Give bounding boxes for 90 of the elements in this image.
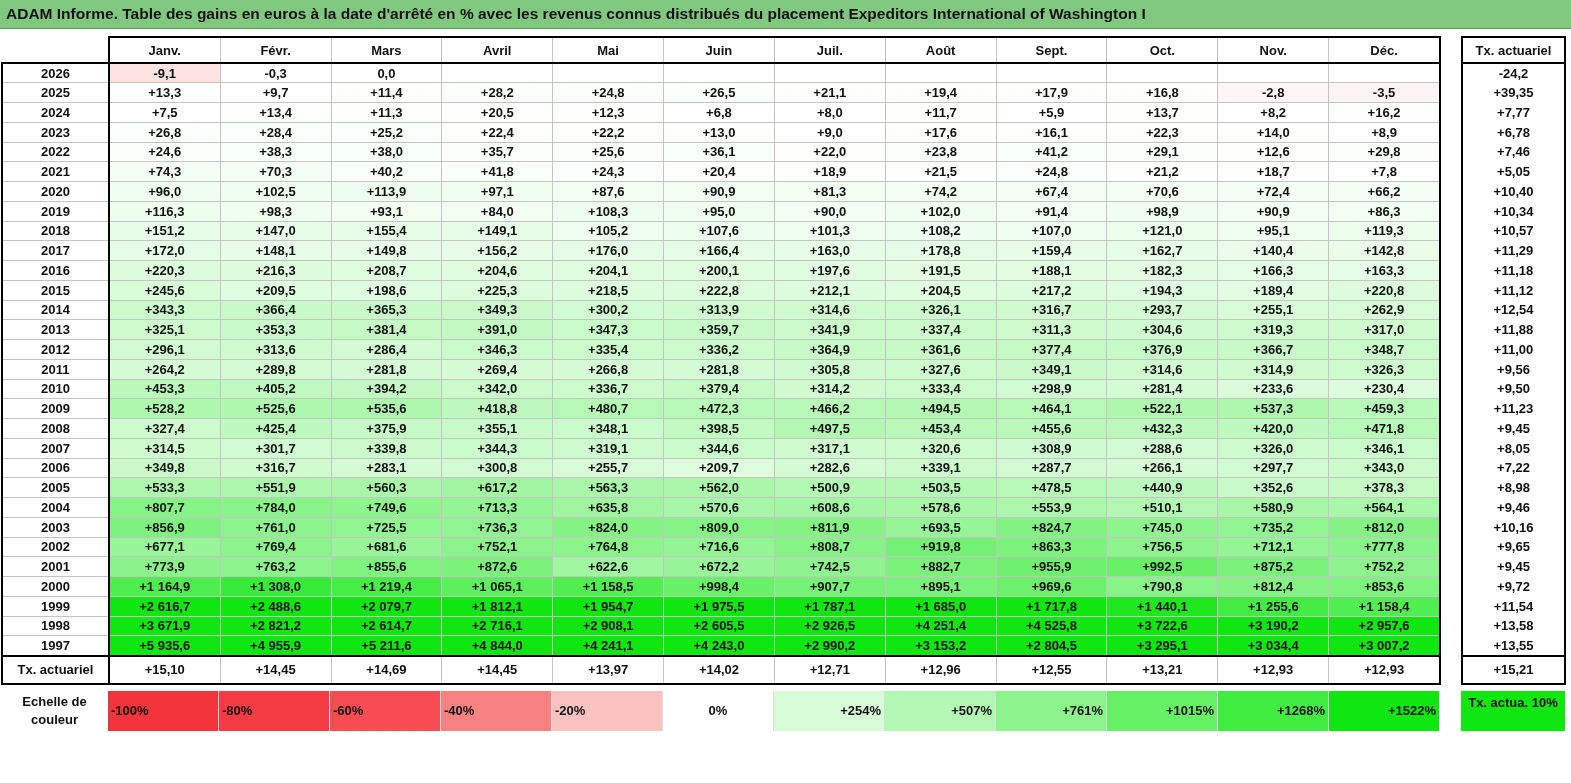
row-header: 1999 [2, 596, 109, 616]
scale-swatch: +254% [774, 690, 885, 731]
row-header: 2016 [2, 260, 109, 281]
table-cell: +11,23 [1462, 398, 1565, 419]
table-cell: +12,96 [885, 655, 997, 684]
table-cell: +13,55 [1462, 635, 1565, 656]
table-cell: +9,46 [1462, 497, 1565, 518]
row-header: Tx. actuariel [2, 655, 109, 684]
row-header: 2010 [2, 379, 109, 399]
row-header: 2011 [2, 359, 109, 379]
table-cell: +7,46 [1462, 142, 1565, 162]
column-header: Déc. [1328, 37, 1440, 63]
table-cell: +9,45 [1462, 418, 1565, 439]
row-header: 2000 [2, 576, 109, 597]
table-cell: +12,71 [774, 655, 886, 684]
scale-swatch: -60% [330, 690, 441, 731]
scale-swatch: +507% [885, 690, 996, 731]
row-header: 2008 [2, 418, 109, 439]
scale-swatch: +1268% [1218, 690, 1329, 731]
row-header: 2017 [2, 240, 109, 261]
table-cell: +9,65 [1462, 537, 1565, 557]
row-header: 2006 [2, 458, 109, 478]
row-header: 1998 [2, 616, 109, 636]
table-cell: +12,55 [996, 655, 1107, 684]
table-cell: +14,69 [331, 655, 442, 684]
table-cell: +10,16 [1462, 517, 1565, 537]
table-cell: +11,00 [1462, 339, 1565, 360]
scale-swatch: +761% [996, 690, 1107, 731]
table-cell: +14,45 [441, 655, 553, 684]
table-cell: +9,56 [1462, 359, 1565, 379]
row-header: 2024 [2, 102, 109, 123]
scale-swatch: +1015% [1107, 690, 1218, 731]
table-cell: +12,93 [1328, 655, 1440, 684]
row-header: 2015 [2, 280, 109, 300]
table-cell: +10,57 [1462, 221, 1565, 241]
row-header: 1997 [2, 635, 109, 656]
table-cell: +11,12 [1462, 280, 1565, 300]
table-cell: +12,93 [1217, 655, 1329, 684]
table-cell: +7,22 [1462, 458, 1565, 478]
table-cell: +13,97 [552, 655, 664, 684]
table-cell: +11,88 [1462, 319, 1565, 340]
scale-swatch: Tx. actua. 10% [1461, 690, 1565, 731]
row-header: 2018 [2, 221, 109, 241]
scale-swatch: -20% [552, 690, 663, 731]
table-cell: +6,78 [1462, 122, 1565, 142]
row-header: 2012 [2, 339, 109, 360]
scale-swatch: -40% [441, 690, 552, 731]
row-header: 2019 [2, 201, 109, 221]
table-cell: +13,58 [1462, 616, 1565, 636]
column-header: Tx. actuariel [1462, 37, 1565, 63]
table-cell: +8,98 [1462, 477, 1565, 498]
legend-label: Echelle de couleur [21, 692, 88, 729]
row-header: 2020 [2, 181, 109, 202]
row-header: 2026 [2, 63, 109, 83]
table-cell: +11,29 [1462, 240, 1565, 261]
table-cell: +14,02 [663, 655, 775, 684]
table-cell: +7,77 [1462, 102, 1565, 123]
row-header: 2009 [2, 398, 109, 419]
row-header: 2021 [2, 161, 109, 182]
table-cell: +8,05 [1462, 438, 1565, 458]
table-cell: +14,45 [220, 655, 331, 684]
scale-swatch: +1522% [1329, 690, 1440, 731]
table-cell: -24,2 [1462, 63, 1565, 83]
row-header: 2004 [2, 497, 109, 518]
table-cell: +13,21 [1106, 655, 1218, 684]
row-header: 2023 [2, 122, 109, 142]
row-header: 2014 [2, 300, 109, 320]
row-header: 2003 [2, 517, 109, 537]
table-cell: +10,40 [1462, 181, 1565, 202]
table-cell: +9,50 [1462, 379, 1565, 399]
report-title: ADAM Informe. Table des gains en euros à la date d'arrêté en % avec les revenus connus distribués du placement Expeditors International of Washington I [0, 0, 1571, 29]
table-cell: +11,18 [1462, 260, 1565, 281]
scale-swatch: -100% [108, 690, 219, 731]
table-cell: +5,05 [1462, 161, 1565, 182]
row-header: 2025 [2, 82, 109, 103]
row-header: 2022 [2, 142, 109, 162]
row-header: 2002 [2, 537, 109, 557]
table-cell: +10,34 [1462, 201, 1565, 221]
table-cell: +15,21 [1462, 655, 1565, 684]
row-header: 2007 [2, 438, 109, 458]
table-cell: +9,45 [1462, 556, 1565, 577]
row-header: 2001 [2, 556, 109, 577]
row-header: 2005 [2, 477, 109, 498]
table-cell: +9,72 [1462, 576, 1565, 597]
row-header: 2013 [2, 319, 109, 340]
scale-swatch: -80% [219, 690, 330, 731]
table-cell: +11,54 [1462, 596, 1565, 616]
table-cell: +39,35 [1462, 82, 1565, 103]
table-cell: +15,10 [108, 655, 221, 684]
table-cell: +12,54 [1462, 300, 1565, 320]
